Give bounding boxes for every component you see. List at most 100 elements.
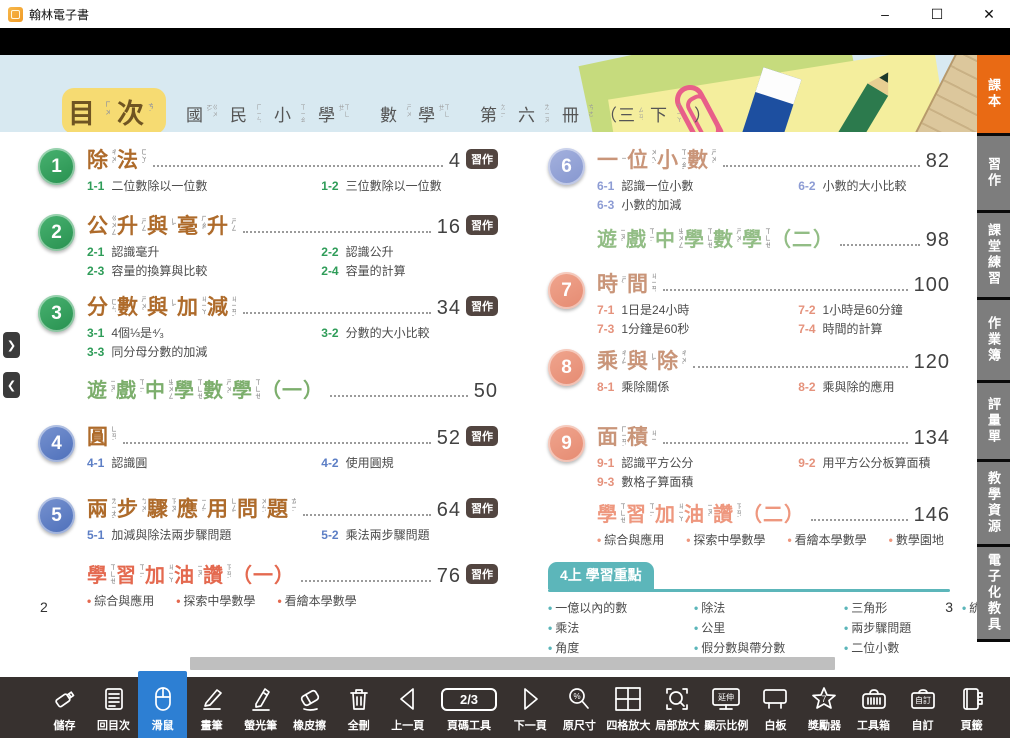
- toc-sub-item[interactable]: 9-3數格子算面積: [597, 473, 798, 490]
- pen-icon: [198, 685, 226, 713]
- toc-sub-item[interactable]: 3-3同分母分數的加減: [87, 343, 321, 360]
- workbook-badge[interactable]: 習作: [466, 215, 498, 235]
- panel-collapse-arrow[interactable]: ❮: [3, 372, 20, 398]
- chapter-2-title[interactable]: 公ㄍㄨㄥ升ㄕㄥ與ㄩˇ毫ㄏㄠˊ升ㄕㄥ: [87, 210, 237, 240]
- boost-bullet: •探索中學數學: [176, 592, 255, 609]
- svg-text:7: 7: [822, 694, 827, 704]
- toc-sub-item[interactable]: 6-3小數的加減: [597, 196, 798, 213]
- app-window: 翰林電子書 – ☐ ✕ 目ㄇㄨˋ次ㄘˋ 國ㄍㄨㄛˊ民ㄇㄧㄣˊ小ㄒㄧㄠˇ學ㄒㄩㄝˊ…: [0, 0, 1010, 738]
- tab-class-practice[interactable]: 課堂練習: [977, 213, 1010, 297]
- dotted-leader: [123, 442, 431, 444]
- chapter-7-title[interactable]: 時ㄕˊ間ㄐㄧㄢ: [597, 268, 657, 298]
- delete-all-button[interactable]: 全刪: [334, 677, 383, 738]
- chapter-3-number-badge: 3: [38, 295, 75, 332]
- previous-page-icon: [394, 685, 422, 713]
- pen-tool-button[interactable]: 畫筆: [187, 677, 236, 738]
- boost-section-2: 學ㄒㄩㄝˊ習ㄒㄧˊ加ㄐㄧㄚ油ㄧㄡˊ讚ㄗㄢˋ （二） 146 •綜合與應用 •探索…: [548, 498, 950, 548]
- toc-sub-item[interactable]: 4-2使用圓規: [321, 454, 498, 471]
- chapter-3-title[interactable]: 分ㄈㄣ數ㄕㄨˋ與ㄩˇ加ㄐㄧㄚ減ㄐㄧㄢˇ: [87, 291, 237, 321]
- zoom-percent-icon: %: [565, 685, 593, 713]
- chapter-9-page: 134: [914, 427, 950, 450]
- toc-sub-item[interactable]: 9-1認識平方公分: [597, 454, 798, 471]
- page-number-tool[interactable]: 2/3 頁碼工具: [432, 677, 506, 738]
- save-button[interactable]: 儲存: [40, 677, 89, 738]
- toc-sub-item[interactable]: 4-1認識圓: [87, 454, 321, 471]
- boost-section-2-title[interactable]: 學ㄒㄩㄝˊ習ㄒㄧˊ加ㄐㄧㄚ油ㄧㄡˊ讚ㄗㄢˋ: [597, 498, 742, 527]
- partial-zoom-button[interactable]: 局部放大: [653, 677, 702, 738]
- chapter-7-number-badge: 7: [548, 272, 585, 309]
- game-section-2-title[interactable]: 遊ㄧㄡˊ戲ㄒㄧˋ中ㄓㄨㄥ學ㄒㄩㄝˊ數ㄕㄨˋ學ㄒㄩㄝˊ: [597, 223, 771, 252]
- boost-bullet: •數學園地: [889, 531, 944, 548]
- toc-sub-item[interactable]: 6-2小數的大小比較: [798, 177, 950, 194]
- chapter-4-page: 52: [437, 427, 461, 450]
- game-section-1-title[interactable]: 遊ㄧㄡˊ戲ㄒㄧˋ中ㄓㄨㄥ學ㄒㄩㄝˊ數ㄕㄨˋ學ㄒㄩㄝˊ: [87, 374, 261, 403]
- workbook-badge[interactable]: 習作: [466, 564, 498, 584]
- dotted-leader: [330, 395, 468, 397]
- tab-assessment-sheet[interactable]: 評量單: [977, 383, 1010, 459]
- highlighter-tool-button[interactable]: 螢光筆: [236, 677, 285, 738]
- tab-teaching-resources[interactable]: 教學資源: [977, 462, 1010, 544]
- mouse-tool-button[interactable]: 滑鼠: [138, 671, 187, 738]
- display-ratio-button[interactable]: 延伸 顯示比例: [702, 677, 751, 738]
- toolbox-button[interactable]: 工具箱: [849, 677, 898, 738]
- page-indicator[interactable]: 2/3: [441, 688, 497, 711]
- panel-expand-arrow[interactable]: ❯: [3, 332, 20, 358]
- toc-sub-item[interactable]: 6-1認識一位小數: [597, 177, 798, 194]
- toc-sub-item[interactable]: 7-4時間的計算: [798, 320, 950, 337]
- reward-tool-button[interactable]: 7 獎勵器: [800, 677, 849, 738]
- toc-sub-item[interactable]: 1-2三位數除以一位數: [321, 177, 498, 194]
- toc-sub-item[interactable]: 9-2用平方公分板算面積: [798, 454, 950, 471]
- toc-sub-item[interactable]: 7-11日是24小時: [597, 301, 798, 318]
- minimize-button[interactable]: –: [876, 5, 894, 23]
- workbook-badge[interactable]: 習作: [466, 149, 498, 169]
- toc-sub-item[interactable]: 2-1認識毫升: [87, 243, 321, 260]
- chapter-2-number-badge: 2: [38, 214, 75, 251]
- tab-workbook[interactable]: 習作: [977, 136, 1010, 210]
- chapter-8-title[interactable]: 乘ㄔㄥˊ與ㄩˇ除ㄔㄨˊ: [597, 345, 687, 375]
- page-tabs-button[interactable]: 頁籤: [947, 677, 996, 738]
- whiteboard-button[interactable]: 白板: [751, 677, 800, 738]
- tab-textbook[interactable]: 課本: [977, 55, 1010, 133]
- dotted-leader: [301, 580, 431, 582]
- workbook-badge[interactable]: 習作: [466, 296, 498, 316]
- toc-sub-item[interactable]: 8-1乘除關係: [597, 378, 798, 395]
- toc-sub-item[interactable]: 5-2乘法兩步驟問題: [321, 526, 498, 543]
- chapter-1-title[interactable]: 除ㄔㄨˊ法ㄈㄚˇ: [87, 144, 147, 174]
- eraser-tool-button[interactable]: 橡皮擦: [285, 677, 334, 738]
- original-size-button[interactable]: % 原尺寸: [555, 677, 604, 738]
- toc-sub-item[interactable]: 7-31分鐘是60秒: [597, 320, 798, 337]
- next-page-icon: [516, 685, 544, 713]
- customize-button[interactable]: 自訂 自訂: [898, 677, 947, 738]
- boost-bullet: •探索中學數學: [686, 531, 765, 548]
- close-button[interactable]: ✕: [980, 5, 998, 23]
- back-to-toc-button[interactable]: 回目次: [89, 677, 138, 738]
- four-grid-zoom-button[interactable]: 四格放大: [604, 677, 653, 738]
- next-page-button[interactable]: 下一頁: [506, 677, 555, 738]
- boost-section-1-suffix: （一）: [232, 559, 295, 588]
- window-titlebar: 翰林電子書 – ☐ ✕: [0, 0, 1010, 28]
- chapter-5-title[interactable]: 兩ㄌㄧㄤˇ步ㄅㄨˋ驟ㄗㄡˋ應ㄧㄥˋ用ㄩㄥˋ問ㄨㄣˋ題ㄊㄧˊ: [87, 493, 297, 523]
- toc-title-badge: 目ㄇㄨˋ次ㄘˋ: [62, 88, 166, 132]
- toc-sub-item[interactable]: 3-14個⅓是⁴⁄₃: [87, 324, 321, 341]
- chapter-6-title[interactable]: 一ㄧ位ㄨㄟˋ小ㄒㄧㄠˇ數ㄕㄨˋ: [597, 144, 717, 174]
- toc-sub-item[interactable]: 1-1二位數除以一位數: [87, 177, 321, 194]
- toc-sub-item[interactable]: 8-2乘與除的應用: [798, 378, 950, 395]
- previous-page-button[interactable]: 上一頁: [383, 677, 432, 738]
- workbook-badge[interactable]: 習作: [466, 498, 498, 518]
- toc-sub-item[interactable]: 2-3容量的換算與比較: [87, 262, 321, 279]
- boost-section-1-title[interactable]: 學ㄒㄩㄝˊ習ㄒㄧˊ加ㄐㄧㄚ油ㄧㄡˊ讚ㄗㄢˋ: [87, 559, 232, 588]
- toc-sub-item[interactable]: 5-1加減與除法兩步驟問題: [87, 526, 321, 543]
- workbook-badge[interactable]: 習作: [466, 426, 498, 446]
- tab-digital-tools[interactable]: 電子化教具: [977, 547, 1010, 639]
- left-page-number: 2: [40, 599, 48, 615]
- toc-sub-item[interactable]: 3-2分數的大小比較: [321, 324, 498, 341]
- toc-sub-item[interactable]: 2-4容量的計算: [321, 262, 498, 279]
- toc-sub-item[interactable]: 2-2認識公升: [321, 243, 498, 260]
- toc-sub-item[interactable]: 7-21小時是60分鐘: [798, 301, 950, 318]
- chapter-9-title[interactable]: 面ㄇㄧㄢˋ積ㄐㄧ: [597, 421, 657, 451]
- chapter-4-title[interactable]: 圓ㄩㄢˊ: [87, 421, 117, 451]
- horizontal-scrollbar[interactable]: [190, 657, 835, 670]
- tab-homework-book[interactable]: 作業簿: [977, 300, 1010, 380]
- maximize-button[interactable]: ☐: [928, 5, 946, 23]
- svg-text:自訂: 自訂: [915, 695, 931, 705]
